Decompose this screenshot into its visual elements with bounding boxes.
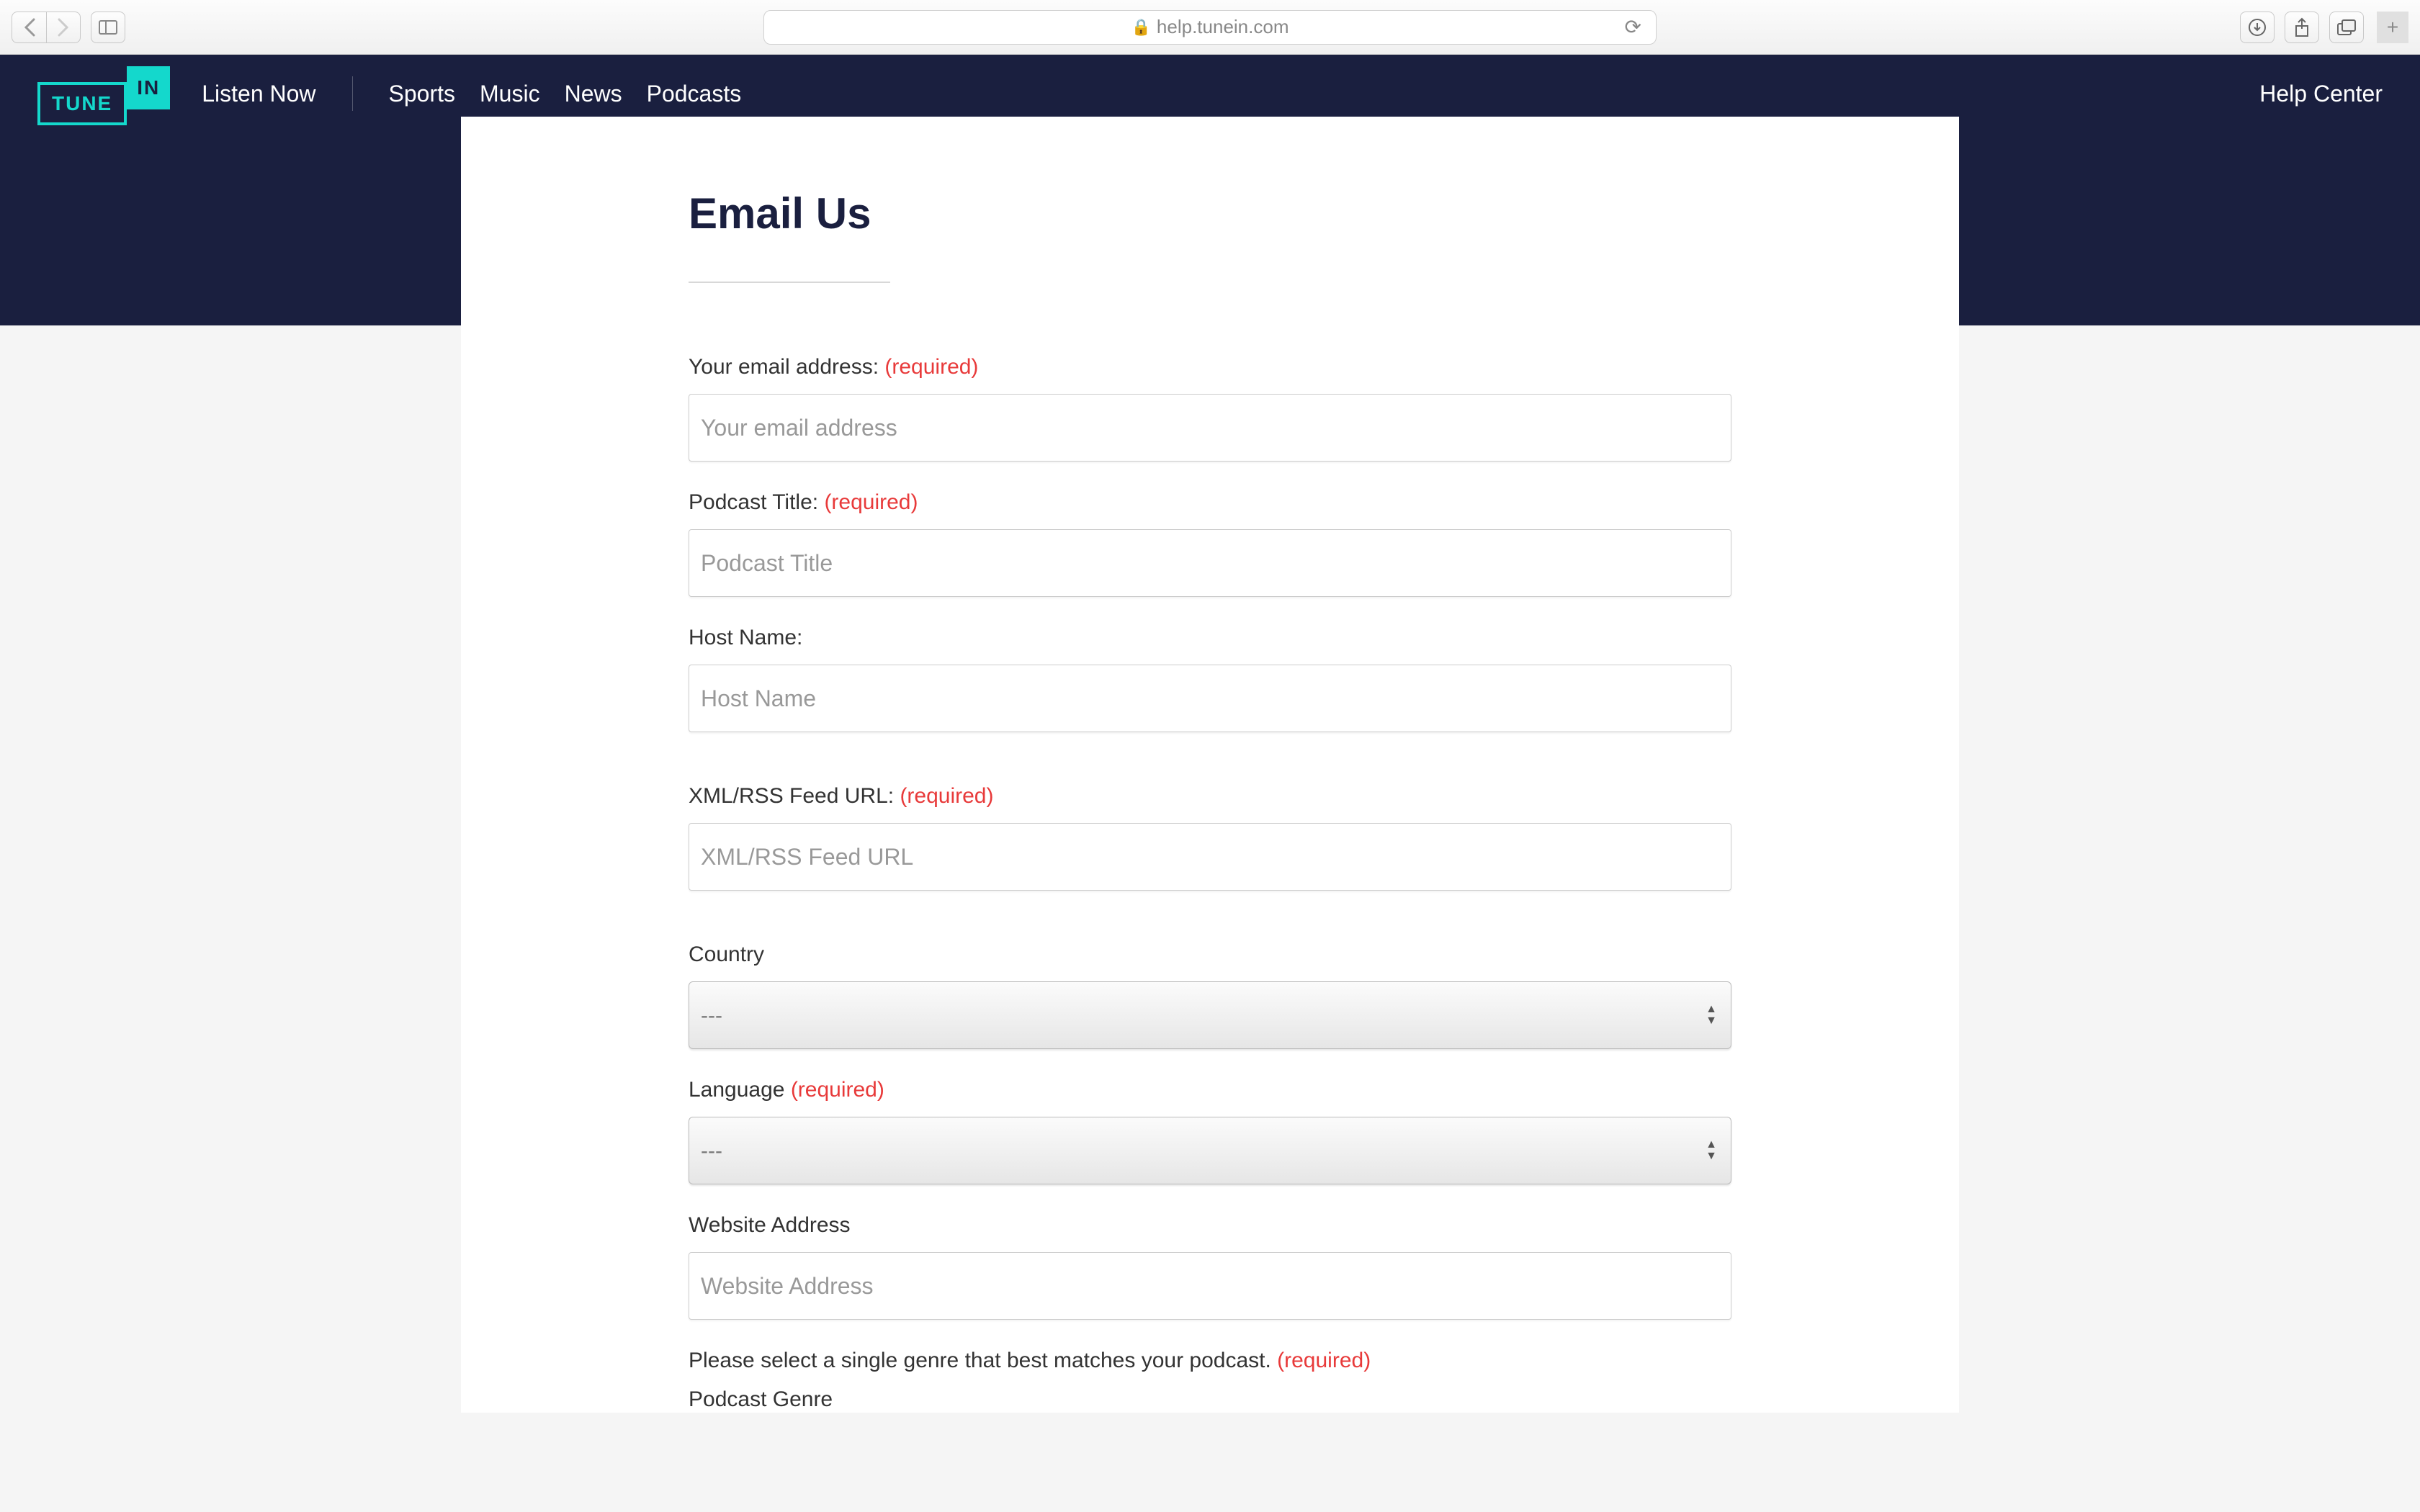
browser-toolbar: 🔒 help.tunein.com ⟳ + bbox=[0, 0, 2420, 55]
downloads-button[interactable] bbox=[2240, 12, 2275, 43]
nav-button-group bbox=[12, 12, 81, 43]
sidebar-toggle-button[interactable] bbox=[91, 12, 125, 43]
host-name-input[interactable] bbox=[689, 665, 1731, 732]
nav-music[interactable]: Music bbox=[480, 81, 540, 107]
page-title: Email Us bbox=[689, 189, 1731, 238]
nav-listen-now[interactable]: Listen Now bbox=[202, 81, 315, 107]
language-group: Language (required) --- ▲▼ bbox=[689, 1078, 1731, 1184]
reload-icon[interactable]: ⟳ bbox=[1625, 15, 1641, 39]
feed-url-input[interactable] bbox=[689, 823, 1731, 891]
country-select-wrapper: --- ▲▼ bbox=[689, 981, 1731, 1049]
podcast-title-input[interactable] bbox=[689, 529, 1731, 597]
nav-news[interactable]: News bbox=[565, 81, 622, 107]
host-name-label: Host Name: bbox=[689, 626, 1731, 650]
right-controls: + bbox=[2240, 12, 2408, 43]
share-button[interactable] bbox=[2285, 12, 2319, 43]
language-select[interactable]: --- bbox=[689, 1117, 1731, 1184]
title-divider bbox=[689, 282, 890, 283]
website-group: Website Address bbox=[689, 1213, 1731, 1320]
address-bar[interactable]: 🔒 help.tunein.com ⟳ bbox=[763, 10, 1657, 45]
help-center-link[interactable]: Help Center bbox=[2259, 81, 2383, 107]
podcast-title-group: Podcast Title: (required) bbox=[689, 490, 1731, 597]
nav-podcasts[interactable]: Podcasts bbox=[647, 81, 742, 107]
tabs-button[interactable] bbox=[2329, 12, 2364, 43]
logo-tune-part: TUNE bbox=[37, 82, 127, 125]
feed-url-group: XML/RSS Feed URL: (required) bbox=[689, 784, 1731, 891]
email-group: Your email address: (required) bbox=[689, 355, 1731, 462]
logo-in-part: IN bbox=[127, 66, 170, 109]
url-text: help.tunein.com bbox=[1157, 16, 1289, 38]
genre-group: Please select a single genre that best m… bbox=[689, 1349, 1731, 1412]
back-button[interactable] bbox=[12, 12, 46, 43]
language-select-wrapper: --- ▲▼ bbox=[689, 1117, 1731, 1184]
nav-links: Listen Now Sports Music News Podcasts bbox=[202, 76, 741, 111]
host-name-group: Host Name: bbox=[689, 626, 1731, 732]
country-group: Country --- ▲▼ bbox=[689, 942, 1731, 1049]
feed-url-label: XML/RSS Feed URL: (required) bbox=[689, 784, 1731, 809]
lock-icon: 🔒 bbox=[1131, 18, 1151, 37]
nav-divider bbox=[352, 76, 353, 111]
forward-button[interactable] bbox=[46, 12, 81, 43]
genre-label: Please select a single genre that best m… bbox=[689, 1349, 1731, 1373]
website-input[interactable] bbox=[689, 1252, 1731, 1320]
country-label: Country bbox=[689, 942, 1731, 967]
language-label: Language (required) bbox=[689, 1078, 1731, 1102]
website-label: Website Address bbox=[689, 1213, 1731, 1238]
genre-sublabel: Podcast Genre bbox=[689, 1387, 1731, 1412]
sidebar-icon bbox=[99, 20, 117, 35]
podcast-title-label: Podcast Title: (required) bbox=[689, 490, 1731, 515]
tunein-logo[interactable]: TUNE IN bbox=[37, 72, 170, 115]
form-card: Email Us Your email address: (required) … bbox=[461, 117, 1959, 1413]
nav-sports[interactable]: Sports bbox=[389, 81, 455, 107]
country-select[interactable]: --- bbox=[689, 981, 1731, 1049]
email-input[interactable] bbox=[689, 394, 1731, 462]
new-tab-button[interactable]: + bbox=[2377, 12, 2408, 43]
email-label: Your email address: (required) bbox=[689, 355, 1731, 379]
